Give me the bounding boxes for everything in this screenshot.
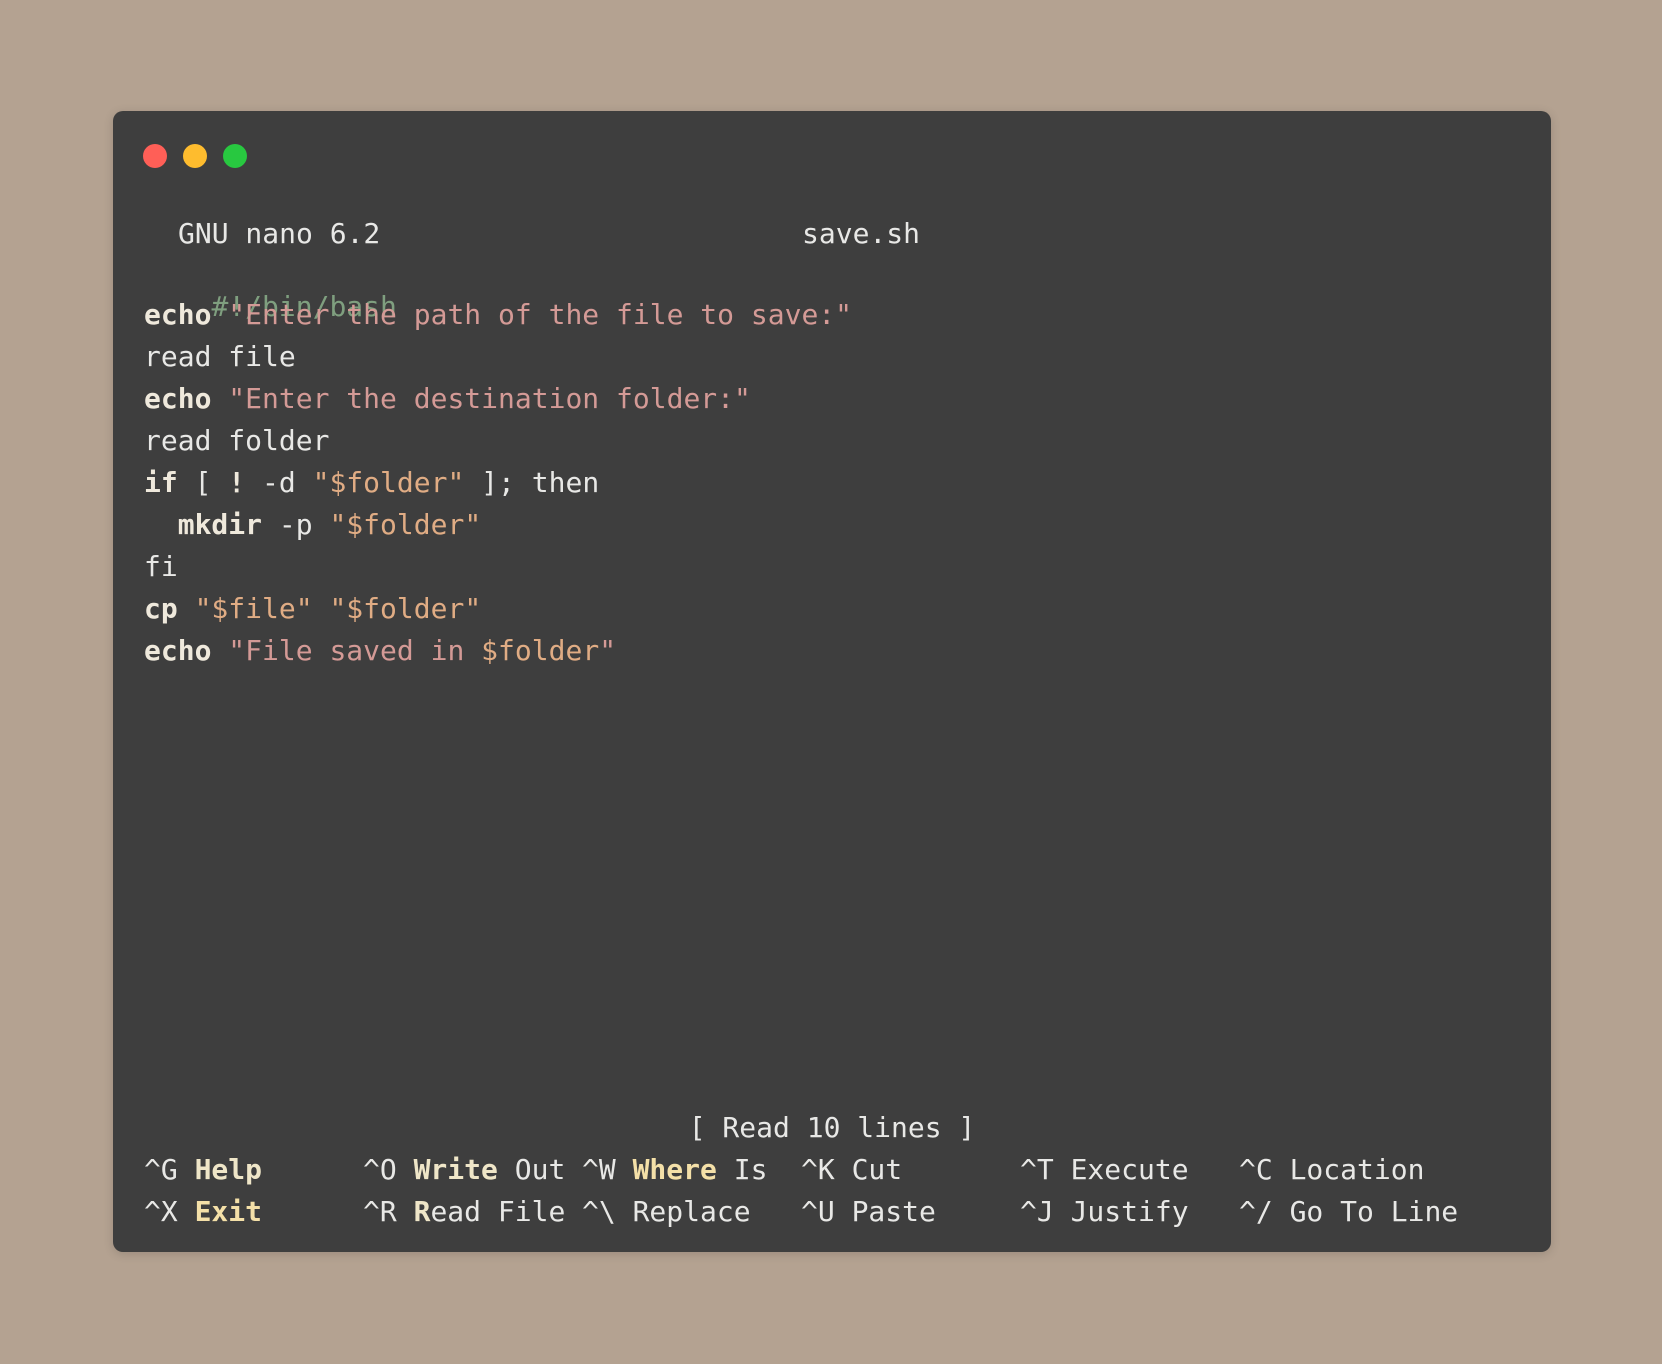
shortcut-key: ^J xyxy=(1020,1195,1054,1228)
echo-command: echo xyxy=(144,634,212,667)
shortcut-replace[interactable]: ^\ Replace xyxy=(582,1195,751,1229)
shortcut-execute[interactable]: ^T Execute xyxy=(1020,1153,1189,1187)
variable: $folder xyxy=(481,634,600,667)
shortcut-label: Location xyxy=(1289,1153,1425,1186)
variable: "$folder" xyxy=(312,466,465,499)
shortcut-label: Exit xyxy=(194,1195,263,1228)
shortcut-label: Justify xyxy=(1070,1195,1189,1228)
code-text: fi xyxy=(144,550,178,583)
shortcut-paste[interactable]: ^U Paste xyxy=(801,1195,936,1229)
shortcut-key: ^U xyxy=(801,1195,835,1228)
shortcut-key: ^R xyxy=(363,1195,397,1228)
variable: "$file" xyxy=(194,592,313,625)
shortcut-label: Out xyxy=(497,1153,566,1186)
code-line-9[interactable]: cp "$file" "$folder" xyxy=(144,592,481,626)
shortcut-label: Execute xyxy=(1070,1153,1189,1186)
shortcut-key: ^C xyxy=(1239,1153,1273,1186)
cp-command: cp xyxy=(144,592,178,625)
mkdir-command: mkdir xyxy=(177,508,263,541)
minimize-icon[interactable] xyxy=(183,144,207,168)
shortcut-key: ^G xyxy=(144,1153,178,1186)
shortcut-key: ^O xyxy=(363,1153,397,1186)
file-name: save.sh xyxy=(802,217,921,250)
maximize-icon[interactable] xyxy=(223,144,247,168)
shortcut-go-to-line[interactable]: ^/ Go To Line xyxy=(1239,1195,1458,1229)
code-text: -p xyxy=(262,508,330,541)
shortcut-key: ^/ xyxy=(1239,1195,1273,1228)
code-text: [ xyxy=(177,466,229,499)
string-literal: " xyxy=(599,634,617,667)
shortcut-exit[interactable]: ^X Exit xyxy=(144,1195,262,1229)
shortcut-key: ^W xyxy=(582,1153,616,1186)
terminal-window: GNU nano 6.2 save.sh #!/bin/bash echo "E… xyxy=(113,111,1551,1252)
shortcut-label: Help xyxy=(194,1153,263,1186)
shortcut-label: ead File xyxy=(430,1195,566,1228)
code-line-5[interactable]: read folder xyxy=(144,424,329,458)
shortcut-read-file[interactable]: ^R Read File xyxy=(363,1195,565,1229)
nano-version: GNU nano 6.2 xyxy=(178,217,381,250)
shortcut-justify[interactable]: ^J Justify xyxy=(1020,1195,1189,1229)
shortcut-label: Go To Line xyxy=(1289,1195,1459,1228)
string-literal: "Enter the destination folder:" xyxy=(228,382,751,415)
string-literal: "Enter the path of the file to save:" xyxy=(228,298,853,331)
negation-operator: ! xyxy=(228,466,246,499)
shortcut-label-bold: Where xyxy=(632,1153,717,1186)
shortcut-write-out[interactable]: ^O Write Out xyxy=(363,1153,565,1187)
shortcut-key: ^X xyxy=(144,1195,178,1228)
shortcut-where-is[interactable]: ^W Where Is xyxy=(582,1153,767,1187)
code-text: read file xyxy=(144,340,296,373)
code-text: ]; then xyxy=(464,466,600,499)
shortcut-label: Is xyxy=(716,1153,768,1186)
code-line-2[interactable]: echo "Enter the path of the file to save… xyxy=(144,298,852,332)
shortcut-cut[interactable]: ^K Cut xyxy=(801,1153,902,1187)
shortcut-location[interactable]: ^C Location xyxy=(1239,1153,1424,1187)
code-line-3[interactable]: read file xyxy=(144,340,296,374)
shortcut-help[interactable]: ^G Help xyxy=(144,1153,262,1187)
window-controls xyxy=(143,144,247,168)
shortcut-label-bold: Write xyxy=(413,1153,498,1186)
if-keyword: if xyxy=(144,466,178,499)
shortcut-key: ^K xyxy=(801,1153,835,1186)
shortcut-label: Paste xyxy=(851,1195,936,1228)
close-icon[interactable] xyxy=(143,144,167,168)
variable: "$folder" xyxy=(329,592,482,625)
echo-command: echo xyxy=(144,298,212,331)
shortcut-label: Cut xyxy=(851,1153,903,1186)
shortcut-label-bold: R xyxy=(413,1195,431,1228)
code-text: -d xyxy=(245,466,313,499)
echo-command: echo xyxy=(144,382,212,415)
code-line-4[interactable]: echo "Enter the destination folder:" xyxy=(144,382,751,416)
status-message: [ Read 10 lines ] xyxy=(688,1111,976,1144)
variable: "$folder" xyxy=(329,508,482,541)
code-line-8[interactable]: fi xyxy=(144,550,178,584)
code-line-6[interactable]: if [ ! -d "$folder" ]; then xyxy=(144,466,599,500)
shortcut-label: Replace xyxy=(632,1195,751,1228)
code-line-10[interactable]: echo "File saved in $folder" xyxy=(144,634,616,668)
code-line-7[interactable]: mkdir -p "$folder" xyxy=(144,508,481,542)
code-text: read folder xyxy=(144,424,330,457)
shortcut-key: ^T xyxy=(1020,1153,1054,1186)
string-literal: "File saved in xyxy=(228,634,482,667)
shortcut-key: ^\ xyxy=(582,1195,616,1228)
